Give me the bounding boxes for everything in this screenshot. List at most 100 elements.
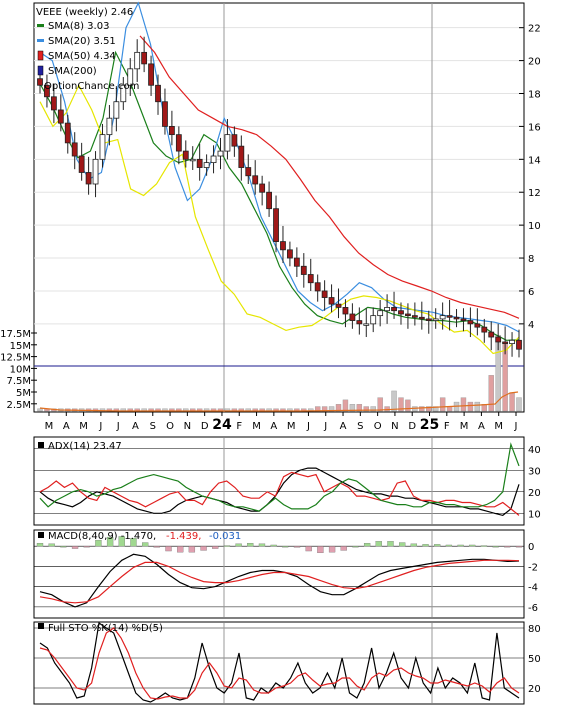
price-tick-label: 6 — [528, 287, 534, 298]
stochastic-title-marker — [38, 623, 44, 629]
candle-body — [50, 96, 57, 111]
macd-diff-value: -0.031 — [209, 531, 241, 542]
macd-histogram-bar — [363, 542, 371, 547]
x-tick-label: A — [478, 421, 485, 432]
y-tick-label: -2 — [528, 562, 538, 573]
price-tick-label: 10 — [528, 221, 541, 232]
candle-body — [516, 339, 522, 350]
candle-body — [391, 307, 397, 312]
legend-swatch — [37, 24, 44, 27]
adx-title: ADX(14) 23.47 — [48, 441, 122, 452]
x-tick-label: J — [98, 421, 102, 432]
price-panel-frame — [33, 2, 525, 413]
macd-histogram-bar — [141, 542, 149, 547]
legend-label: SMA(8) 3.03 — [48, 21, 109, 32]
macd-histogram-bar — [177, 546, 184, 553]
candle-body — [418, 316, 425, 320]
x-tick-label: M — [287, 421, 296, 432]
x-tick-label: F — [236, 421, 242, 432]
candle-body — [64, 122, 71, 144]
volume-bar — [474, 401, 481, 412]
stochastic-title: Full STO %K(14) %D(5) — [48, 623, 163, 634]
macd-histogram-bar — [200, 546, 207, 551]
candle-body — [293, 257, 300, 267]
candle-body — [453, 316, 460, 320]
macd-histogram-bar — [515, 546, 523, 548]
volume-bar — [467, 401, 474, 412]
candle-body — [342, 307, 349, 315]
volume-bar — [488, 375, 494, 412]
candle-body — [467, 320, 474, 325]
macd-histogram-bar — [328, 546, 336, 553]
volume-bar — [439, 397, 446, 412]
macd-histogram-bar — [445, 544, 453, 547]
price-tick-label: 4 — [528, 320, 534, 331]
macd-histogram-bar — [71, 546, 79, 549]
volume-bar — [419, 406, 425, 412]
candle-body — [384, 307, 391, 312]
candle-body — [134, 51, 141, 70]
candle-body — [245, 167, 252, 177]
macd-signal-value: -1.439, — [166, 531, 201, 542]
macd-histogram-bar — [223, 545, 231, 547]
candle-body — [495, 336, 502, 343]
x-tick-label: N — [391, 421, 398, 432]
x-tick-label: S — [357, 421, 363, 432]
x-tick-label: S — [150, 421, 156, 432]
candle-body — [307, 274, 314, 284]
chart-title: VEEE (weekly) 2.46 — [36, 7, 133, 18]
y-tick-label: 10 — [528, 509, 541, 520]
volume-bar — [446, 406, 453, 412]
legend-label: SMA(20) 3.51 — [48, 36, 116, 47]
candle-body — [224, 134, 231, 152]
adx-title-marker — [38, 442, 44, 448]
volume-tick-label: 10M — [10, 364, 31, 375]
macd-histogram-bar — [387, 541, 394, 547]
price-tick-label: 14 — [528, 155, 541, 166]
volume-y-axis: 17.5M15M12.5M10M7.5M5M2.5M — [0, 329, 37, 411]
x-tick-label: A — [132, 421, 139, 432]
macd-title: MACD(8,40,9) -1.470, — [48, 531, 156, 542]
price-tick-label: 18 — [528, 90, 541, 101]
candle-body — [203, 162, 210, 168]
x-tick-label: 24 — [212, 417, 232, 433]
macd-title-marker — [38, 532, 44, 538]
x-tick-label: N — [184, 421, 191, 432]
candle-body — [266, 191, 272, 210]
candle-body — [502, 341, 509, 345]
y-tick-label: 30 — [528, 466, 541, 477]
candle-body — [425, 318, 432, 321]
candle-body — [106, 117, 113, 136]
volume-tick-label: 5M — [16, 388, 31, 399]
x-tick-label: D — [201, 421, 209, 432]
macd-histogram-bar — [153, 546, 160, 548]
x-tick-label: J — [323, 421, 327, 432]
macd-histogram-bar — [457, 544, 464, 547]
candle-body — [182, 150, 189, 160]
candle-body — [78, 155, 85, 173]
price-tick-label: 22 — [528, 24, 541, 35]
x-tick-label: J — [514, 421, 518, 432]
macd-histogram-bar — [247, 542, 254, 547]
volume-bar — [509, 392, 515, 412]
volume-tick-label: 7.5M — [6, 376, 31, 387]
candle-body — [259, 183, 266, 193]
macd-histogram-bar — [212, 546, 219, 549]
x-tick-label: 25 — [420, 417, 439, 433]
macd-histogram-bar — [504, 546, 511, 548]
legend-swatch — [37, 39, 44, 42]
candle-body — [432, 318, 439, 321]
candle-body — [287, 249, 293, 259]
x-tick-label: A — [340, 421, 347, 432]
candle-body — [300, 265, 307, 275]
legend-swatch — [37, 50, 44, 61]
macd-histogram-bar — [83, 546, 90, 548]
x-tick-label: O — [166, 421, 174, 432]
candle-body — [280, 241, 286, 251]
legend-swatch — [37, 65, 44, 76]
x-axis-labels: M A M J J A S O N D 24 F M A M J J A S O N D 25 F M A M J — [45, 412, 518, 433]
candle-body — [99, 134, 106, 160]
x-tick-label: J — [116, 421, 120, 432]
candle-body — [405, 313, 411, 317]
candle-body — [231, 134, 238, 147]
